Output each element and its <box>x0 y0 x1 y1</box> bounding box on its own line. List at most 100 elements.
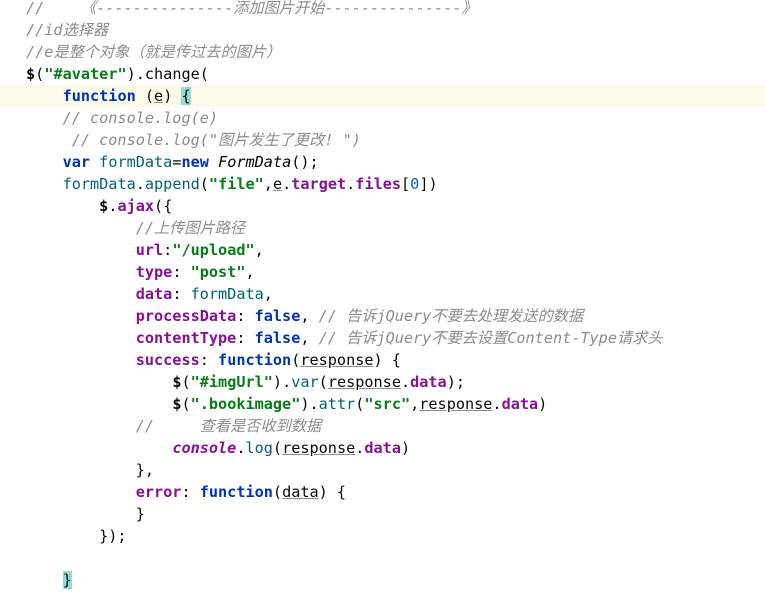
code-token-plain: ( <box>181 395 191 413</box>
code-token-comment: // console.log(e) <box>62 109 219 127</box>
code-line[interactable]: } <box>0 503 765 525</box>
code-line[interactable]: // 《---------------添加图片开始---------------… <box>0 0 765 19</box>
code-line[interactable]: processData: false, // 告诉jQuery不要去处理发送的数… <box>0 305 765 327</box>
code-token-comment: //id选择器 <box>26 21 109 39</box>
code-token-plain: ( <box>181 373 191 391</box>
code-token-plain: ). <box>300 395 319 413</box>
code-line[interactable]: //上传图片路径 <box>0 217 765 239</box>
code-line[interactable]: } <box>0 569 765 591</box>
code-token-fn: var <box>291 373 319 391</box>
code-line-text: $("#imgUrl").var(response.data); <box>26 371 465 393</box>
current-code-line[interactable]: function (e) { <box>0 85 765 107</box>
code-token-plain: ( <box>35 65 45 83</box>
code-token-plain: ( <box>291 351 301 369</box>
code-token-param: e <box>154 87 164 105</box>
code-line-text: // 查看是否收到数据 <box>26 415 322 437</box>
code-token-plain: ) { <box>318 483 347 501</box>
code-token-string: "post" <box>190 263 246 281</box>
code-token-plain: ) <box>163 87 182 105</box>
code-editor[interactable]: // 《---------------添加图片开始---------------… <box>0 0 765 594</box>
code-line-text: }); <box>26 525 126 547</box>
code-line[interactable]: formData.append("file",e.target.files[0]… <box>0 173 765 195</box>
code-token-keyword: var <box>62 153 91 171</box>
code-token-comment: // console.log("图片发生了更改! ") <box>71 131 361 149</box>
code-line[interactable]: $("#imgUrl").var(response.data); <box>0 371 765 393</box>
code-token-brace: } <box>62 571 72 589</box>
code-token-plain: : <box>181 483 200 501</box>
code-token-fn: log <box>245 439 273 457</box>
code-token-var: formData <box>62 175 136 193</box>
code-line-text: processData: false, // 告诉jQuery不要去处理发送的数… <box>26 305 583 327</box>
code-token-string: "file" <box>208 175 264 193</box>
code-token-plain: : <box>172 263 191 281</box>
code-line[interactable]: success: function(response) { <box>0 349 765 371</box>
code-token-string: "#imgUrl" <box>190 373 273 391</box>
code-token-italicfn: console <box>172 439 237 457</box>
code-line[interactable]: }, <box>0 459 765 481</box>
code-line[interactable]: }); <box>0 525 765 547</box>
code-line[interactable]: // console.log(e) <box>0 107 765 129</box>
code-token-comment: // 《---------------添加图片开始---------------… <box>26 0 477 17</box>
code-line[interactable]: data: formData, <box>0 283 765 305</box>
code-line[interactable]: //e是整个对象（就是传过去的图片） <box>0 41 765 63</box>
code-line[interactable]: // console.log("图片发生了更改! ") <box>0 129 765 151</box>
code-line-text: // console.log(e) <box>26 107 218 129</box>
code-token-prop: target <box>291 175 347 193</box>
code-token-plain: ( <box>272 483 283 501</box>
code-token-prop: processData <box>135 307 237 325</box>
code-token-plain: , <box>245 263 255 281</box>
code-line[interactable]: $("#avater").change( <box>0 63 765 85</box>
code-line-text: } <box>26 503 145 525</box>
code-line-text: var formData=new FormData(); <box>26 151 319 173</box>
code-line[interactable]: // 查看是否收到数据 <box>0 415 765 437</box>
code-line[interactable]: type: "post", <box>0 261 765 283</box>
code-token-paramu: response <box>419 395 493 413</box>
code-line[interactable]: error: function(data) { <box>0 481 765 503</box>
code-line-text: }, <box>26 459 154 481</box>
code-token-plain: (); <box>291 153 319 171</box>
code-line[interactable]: console.log(response.data) <box>0 437 765 459</box>
code-line-text: $.ajax({ <box>26 195 172 217</box>
code-line[interactable] <box>0 547 765 569</box>
code-line-text: success: function(response) { <box>26 349 401 371</box>
code-token-plain: . <box>135 175 145 193</box>
code-line[interactable]: contentType: false, // 告诉jQuery不要去设置Cont… <box>0 327 765 349</box>
code-token-plain: ( <box>272 439 283 457</box>
code-line[interactable]: $.ajax({ <box>0 195 765 217</box>
code-line[interactable]: var formData=new FormData(); <box>0 151 765 173</box>
code-line[interactable]: url:"/upload", <box>0 239 765 261</box>
code-token-plain: , <box>300 307 319 325</box>
code-line-text: } <box>26 569 72 591</box>
code-token-plain: , <box>263 285 273 303</box>
code-token-keyword: new <box>181 153 209 171</box>
code-token-comment: // 告诉jQuery不要去处理发送的数据 <box>318 307 584 325</box>
code-token-comment: //e是整个对象（就是传过去的图片） <box>26 43 282 61</box>
code-token-plain: , <box>410 395 420 413</box>
code-token-plain: ) { <box>373 351 401 369</box>
code-token-paramu: e <box>272 175 283 193</box>
code-line-text: url:"/upload", <box>26 239 264 261</box>
code-line-text: console.log(response.data) <box>26 437 410 459</box>
code-token-prop: data <box>501 395 539 413</box>
code-line-text: contentType: false, // 告诉jQuery不要去设置Cont… <box>26 327 663 349</box>
code-token-plain: ) <box>538 395 548 413</box>
code-line-text: //上传图片路径 <box>26 217 245 239</box>
code-token-paramu: data <box>282 483 319 501</box>
code-token-fn: append <box>144 175 200 193</box>
code-line[interactable]: $(".bookimage").attr("src",response.data… <box>0 393 765 415</box>
code-line[interactable]: //id选择器 <box>0 19 765 41</box>
code-token-var: formData <box>99 153 173 171</box>
code-token-plain: ({ <box>154 197 173 215</box>
code-token-comment: // 告诉jQuery不要去设置Content-Type请求头 <box>318 329 663 347</box>
code-token-string: "#avater" <box>44 65 127 83</box>
